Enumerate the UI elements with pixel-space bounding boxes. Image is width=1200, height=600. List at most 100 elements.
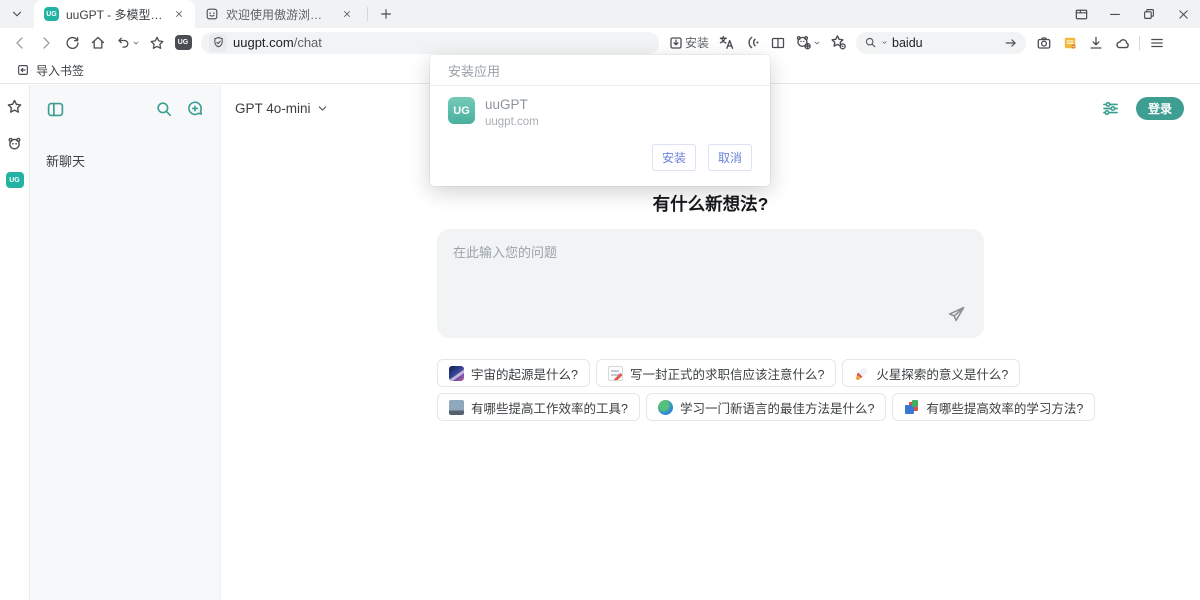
translate-icon [718, 34, 735, 51]
model-selector[interactable]: GPT 4o-mini [235, 101, 329, 116]
search-icon [864, 36, 877, 49]
new-tab-button[interactable] [372, 0, 400, 28]
translate-button[interactable] [714, 31, 738, 55]
suggestion-universe[interactable]: 宇宙的起源是什么? [437, 359, 590, 387]
sidebar-toggle-button[interactable] [44, 98, 66, 120]
tab-close-button[interactable] [339, 6, 355, 22]
restore-button[interactable] [1132, 0, 1166, 28]
extensions-button[interactable] [1110, 31, 1134, 55]
back-button[interactable] [8, 31, 32, 55]
model-name: GPT 4o-mini [235, 101, 311, 116]
uu-apps-button[interactable]: UG [171, 31, 195, 55]
star-icon [149, 35, 165, 51]
tab-title: uuGPT - 多模型AI对话 [66, 6, 164, 23]
install-app-button[interactable]: 安装 [665, 31, 712, 55]
address-bar[interactable]: uugpt.com/chat [201, 32, 659, 54]
reload-button[interactable] [60, 31, 84, 55]
ug-badge: UG [6, 172, 24, 188]
rail-panda-button[interactable] [4, 132, 26, 154]
favorites-settings-button[interactable] [826, 31, 850, 55]
tab-welcome[interactable]: 欢迎使用傲游浏览器 [195, 0, 363, 28]
search-box[interactable]: baidu [856, 32, 1026, 54]
prompt-input[interactable] [437, 229, 984, 307]
chat-settings-button[interactable] [1100, 98, 1122, 120]
screenshot-button[interactable] [1032, 31, 1056, 55]
layout-panel-button[interactable] [1064, 0, 1098, 28]
rail-favorites-button[interactable] [4, 95, 26, 117]
page-title: 有什么新想法? [437, 191, 984, 216]
chevron-down-icon [132, 39, 140, 47]
memo-icon [608, 366, 623, 381]
search-chats-button[interactable] [153, 98, 175, 120]
browser-window: UG uuGPT - 多模型AI对话 欢迎使用傲游浏览器 [0, 0, 1200, 600]
new-chat-icon [186, 100, 204, 118]
install-cancel-button[interactable]: 取消 [708, 144, 752, 171]
url-domain: uugpt.com [233, 35, 294, 50]
suggestion-mars[interactable]: 火星探索的意义是什么? [842, 359, 1020, 387]
dialog-body: UG uuGPT uugpt.com [430, 86, 770, 134]
close-window-button[interactable] [1166, 0, 1200, 28]
favorites-button[interactable] [145, 31, 169, 55]
browser-side-rail: UG [0, 85, 30, 600]
main-menu-button[interactable] [1145, 31, 1169, 55]
layout-panel-icon [1074, 7, 1089, 22]
import-bookmark-icon [16, 63, 30, 77]
tab-separator [367, 7, 368, 21]
suggestion-cover-letter[interactable]: 写一封正式的求职信应该注意什么? [596, 359, 836, 387]
chevron-down-icon [881, 39, 888, 46]
dialog-header: 安装应用 [430, 55, 770, 86]
tab-bar: UG uuGPT - 多模型AI对话 欢迎使用傲游浏览器 [0, 0, 1200, 28]
login-button[interactable]: 登录 [1136, 97, 1184, 120]
tab-close-button[interactable] [171, 6, 187, 22]
app-name: uuGPT [485, 97, 539, 113]
window-controls [1064, 0, 1200, 28]
suggestion-productivity-tools[interactable]: 有哪些提高工作效率的工具? [437, 393, 640, 421]
suggestion-language-learning[interactable]: 学习一门新语言的最佳方法是什么? [646, 393, 886, 421]
ug-favicon: UG [44, 7, 59, 21]
forward-icon [38, 35, 54, 51]
url-text: uugpt.com/chat [233, 35, 322, 50]
chevron-down-icon [10, 7, 24, 21]
import-bookmarks-label: 导入书签 [36, 62, 84, 79]
site-info-button[interactable] [209, 34, 227, 52]
minimize-button[interactable] [1098, 0, 1132, 28]
toolbar-separator [1139, 36, 1140, 50]
suggestion-study-methods[interactable]: 有哪些提高效率的学习方法? [892, 393, 1095, 421]
camera-icon [1036, 35, 1052, 51]
go-arrow-icon[interactable] [1004, 36, 1018, 50]
rail-uugpt-button[interactable]: UG [4, 169, 26, 191]
close-icon [1177, 8, 1190, 21]
suggestion-label: 火星探索的意义是什么? [876, 364, 1008, 383]
tab-uugpt[interactable]: UG uuGPT - 多模型AI对话 [34, 0, 195, 28]
tab-title: 欢迎使用傲游浏览器 [226, 6, 332, 23]
app-domain: uugpt.com [485, 116, 539, 128]
install-confirm-button[interactable]: 安装 [652, 144, 696, 171]
tab-list-button[interactable] [0, 0, 34, 28]
import-bookmarks-button[interactable]: 导入书签 [10, 60, 90, 81]
panda-settings-button[interactable] [792, 31, 824, 55]
rocket-icon [854, 366, 869, 381]
install-app-icon [668, 35, 684, 51]
panda-settings-icon [795, 34, 812, 51]
new-chat-button[interactable] [184, 98, 206, 120]
milky-way-icon [449, 366, 464, 381]
notes-button[interactable] [1058, 31, 1082, 55]
forward-button[interactable] [34, 31, 58, 55]
undo-button[interactable] [112, 31, 143, 55]
restore-icon [1142, 7, 1156, 21]
send-button[interactable] [946, 304, 966, 324]
chevron-down-icon [316, 102, 329, 115]
home-button[interactable] [86, 31, 110, 55]
menu-icon [1149, 35, 1165, 51]
read-aloud-icon [744, 34, 761, 51]
chip-row: 有哪些提高工作效率的工具? 学习一门新语言的最佳方法是什么? 有哪些提高效率的学… [437, 393, 984, 421]
reader-mode-button[interactable] [766, 31, 790, 55]
note-icon [1062, 35, 1078, 51]
close-icon [174, 9, 184, 19]
read-aloud-button[interactable] [740, 31, 764, 55]
downloads-button[interactable] [1084, 31, 1108, 55]
reload-icon [64, 35, 80, 51]
app-sidebar: 新聊天 [30, 85, 221, 600]
sidebar-item-new-chat[interactable]: 新聊天 [30, 145, 220, 176]
paper-plane-icon [947, 305, 966, 324]
